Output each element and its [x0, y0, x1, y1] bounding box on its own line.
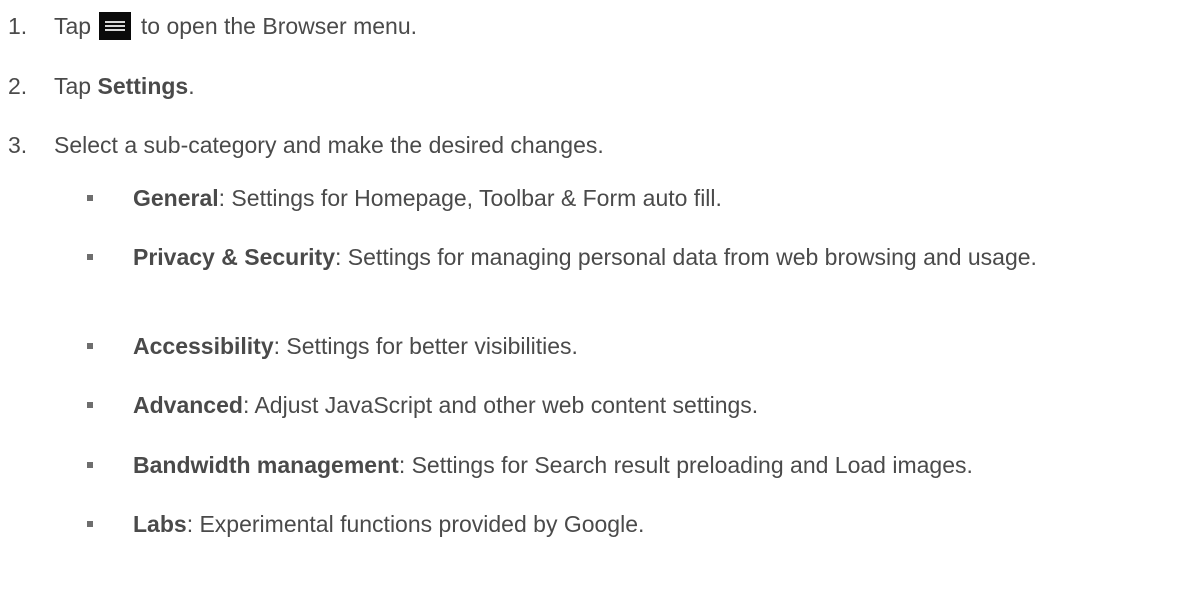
subcategory-item: Bandwidth management: Settings for Searc…: [133, 450, 1173, 480]
subcategory-item: Labs: Experimental functions provided by…: [133, 509, 1173, 539]
step-number: 3.: [8, 132, 28, 158]
subcategory-name: Bandwidth management: [133, 452, 399, 478]
subcategory-item: Privacy & Security: Settings for managin…: [133, 242, 1173, 272]
step-text-before-icon: Tap: [54, 13, 92, 39]
subcategory-item: Advanced: Adjust JavaScript and other we…: [133, 390, 1173, 420]
bullet-icon: [87, 521, 93, 527]
instruction-step-2: 2. Tap Settings.: [8, 72, 195, 100]
bullet-icon: [87, 402, 93, 408]
bullet-icon: [87, 195, 93, 201]
step-text-after-icon: to open the Browser menu.: [140, 13, 418, 39]
menu-icon: [99, 12, 132, 40]
subcategory-description: : Adjust JavaScript and other web conten…: [242, 392, 759, 418]
subcategory-name: General: [133, 185, 219, 211]
bullet-icon: [87, 343, 93, 349]
step-number: 1.: [8, 13, 28, 39]
subcategory-description: : Settings for Homepage, Toolbar & Form …: [218, 185, 722, 211]
step-bold-term: Settings: [97, 73, 189, 99]
subcategory-name: Labs: [133, 511, 187, 537]
subcategory-name: Accessibility: [133, 333, 274, 359]
instruction-step-1: 1. Tap to open the Browser menu.: [8, 12, 417, 40]
subcategory-item: Accessibility: Settings for better visib…: [133, 331, 1173, 361]
bullet-icon: [87, 254, 93, 260]
subcategory-name: Advanced: [133, 392, 243, 418]
step-text-prefix: Tap: [54, 73, 92, 99]
subcategory-description: : Settings for managing personal data fr…: [335, 244, 1037, 270]
subcategory-name: Privacy & Security: [133, 244, 336, 270]
step-text: Select a sub-category and make the desir…: [54, 132, 604, 158]
step-text-suffix: .: [188, 73, 195, 99]
subcategory-description: : Settings for Search result preloading …: [398, 452, 973, 478]
subcategory-item: General: Settings for Homepage, Toolbar …: [133, 183, 1173, 213]
instruction-step-3: 3. Select a sub-category and make the des…: [8, 131, 604, 159]
subcategory-description: : Experimental functions provided by Goo…: [186, 511, 645, 537]
bullet-icon: [87, 462, 93, 468]
step-number: 2.: [8, 73, 28, 99]
subcategory-description: : Settings for better visibilities.: [273, 333, 578, 359]
